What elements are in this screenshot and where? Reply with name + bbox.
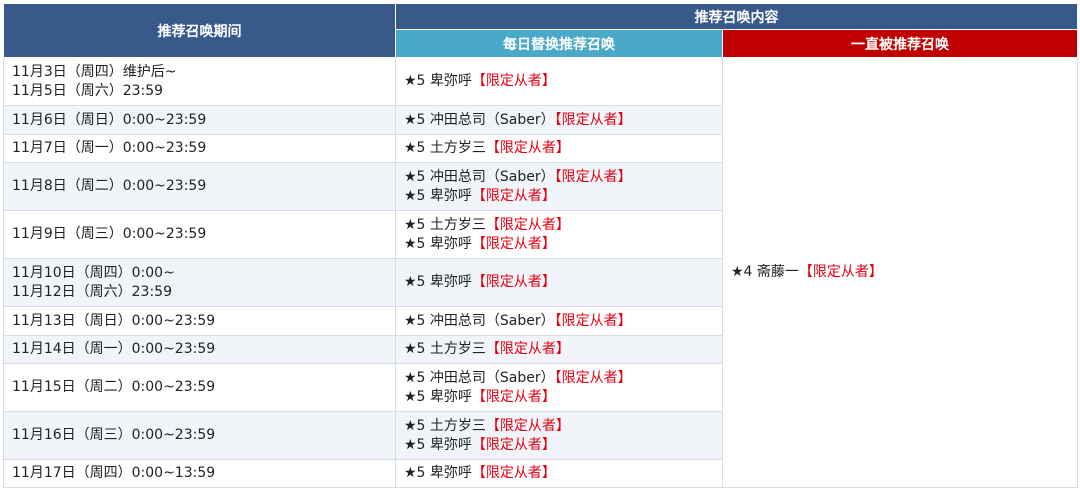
- daily-summon-cell: ★5 土方岁三【限定从者】: [395, 134, 723, 163]
- table-row: 11月3日（周四）维护后~ 11月5日（周六）23:59 ★5 卑弥呼【限定从者】 ★…: [3, 57, 1078, 488]
- daily-summon-cell: ★5 卑弥呼【限定从者】: [395, 258, 723, 307]
- limited-tag: 【限定从者】: [471, 388, 556, 405]
- limited-tag: 【限定从者】: [471, 187, 556, 204]
- limited-tag: 【限定从者】: [554, 312, 632, 329]
- limited-tag: 【限定从者】: [471, 465, 556, 481]
- limited-tag: 【限定从者】: [485, 341, 570, 357]
- limited-tag: 【限定从者】: [471, 436, 556, 453]
- daily-summon-cell: ★5 冲田总司（Saber）【限定从者】 ★5 卑弥呼【限定从者】: [395, 162, 723, 211]
- period-cell: 11月16日（周三）0:00~23:59: [3, 411, 396, 460]
- servant-name: ★5 土方岁三: [404, 216, 486, 233]
- servant-entry: ★5 土方岁三【限定从者】: [404, 417, 722, 436]
- servant-name: ★5 卑弥呼: [404, 187, 472, 204]
- period-text: 11月14日（周一）0:00~23:59: [12, 341, 216, 357]
- servant-entry: ★5 冲田总司（Saber）【限定从者】: [404, 168, 722, 187]
- servant-entry: ★5 冲田总司（Saber）【限定从者】: [404, 111, 722, 130]
- servant-entry: ★5 卑弥呼【限定从者】: [404, 436, 722, 455]
- servant-name: ★5 土方岁三: [404, 341, 486, 357]
- period-text: 11月7日（周一）0:00~23:59: [12, 140, 207, 156]
- servant-entry: ★5 土方岁三【限定从者】: [404, 216, 722, 235]
- daily-summon-cell: ★5 卑弥呼【限定从者】: [395, 57, 723, 106]
- period-text: 11月10日（周四）0:00~: [12, 264, 175, 281]
- period-text: 11月15日（周二）0:00~23:59: [12, 379, 216, 395]
- servant-entry: ★5 冲田总司（Saber）【限定从者】: [404, 369, 722, 388]
- servant-entry: ★5 冲田总司（Saber）【限定从者】: [404, 312, 722, 331]
- servant-entry: ★5 卑弥呼【限定从者】: [404, 235, 722, 254]
- period-text: 11月13日（周日）0:00~23:59: [12, 312, 216, 329]
- servant-name: ★4 斋藤一: [731, 264, 799, 280]
- servant-name: ★5 冲田总司（Saber）: [404, 111, 555, 128]
- daily-summon-cell: ★5 土方岁三【限定从者】 ★5 卑弥呼【限定从者】: [395, 411, 723, 460]
- header-period: 推荐召唤期间: [3, 3, 396, 58]
- period-text: 11月3日（周四）维护后~: [12, 63, 177, 80]
- period-cell: 11月15日（周二）0:00~23:59: [3, 363, 396, 412]
- summon-schedule-table: 推荐召唤期间 推荐召唤内容 每日替换推荐召唤 一直被推荐召唤 11月3日（周四）…: [3, 3, 1078, 488]
- always-summon-cell: ★4 斋藤一【限定从者】: [722, 57, 1078, 488]
- servant-name: ★5 冲田总司（Saber）: [404, 312, 555, 329]
- servant-entry: ★5 卑弥呼【限定从者】: [404, 464, 722, 483]
- limited-tag: 【限定从者】: [554, 111, 632, 128]
- daily-summon-cell: ★5 卑弥呼【限定从者】: [395, 459, 723, 488]
- servant-entry: ★5 卑弥呼【限定从者】: [404, 273, 722, 292]
- servant-name: ★5 土方岁三: [404, 417, 486, 434]
- period-cell: 11月8日（周二）0:00~23:59: [3, 162, 396, 211]
- servant-entry: ★5 卑弥呼【限定从者】: [404, 187, 722, 206]
- servant-entry: ★5 土方岁三【限定从者】: [404, 139, 722, 158]
- servant-name: ★5 卑弥呼: [404, 235, 472, 252]
- daily-summon-cell: ★5 冲田总司（Saber）【限定从者】: [395, 306, 723, 336]
- period-text: 11月9日（周三）0:00~23:59: [12, 226, 207, 242]
- limited-tag: 【限定从者】: [485, 140, 570, 156]
- period-cell: 11月6日（周日）0:00~23:59: [3, 105, 396, 135]
- period-cell: 11月13日（周日）0:00~23:59: [3, 306, 396, 336]
- period-cell: 11月3日（周四）维护后~ 11月5日（周六）23:59: [3, 57, 396, 106]
- servant-name: ★5 卑弥呼: [404, 274, 472, 290]
- limited-tag: 【限定从者】: [471, 73, 556, 89]
- limited-tag: 【限定从者】: [471, 274, 556, 290]
- limited-tag: 【限定从者】: [554, 168, 632, 185]
- header-daily: 每日替换推荐召唤: [395, 29, 723, 58]
- servant-name: ★5 冲田总司（Saber）: [404, 369, 555, 386]
- table-body: 11月3日（周四）维护后~ 11月5日（周六）23:59 ★5 卑弥呼【限定从者】 ★…: [3, 57, 1078, 488]
- header-always: 一直被推荐召唤: [722, 29, 1078, 58]
- period-text: 11月5日（周六）23:59: [12, 82, 164, 99]
- period-cell: 11月14日（周一）0:00~23:59: [3, 335, 396, 364]
- daily-summon-cell: ★5 冲田总司（Saber）【限定从者】 ★5 卑弥呼【限定从者】: [395, 363, 723, 412]
- period-cell: 11月17日（周四）0:00~13:59: [3, 459, 396, 488]
- limited-tag: 【限定从者】: [485, 216, 570, 233]
- servant-name: ★5 卑弥呼: [404, 73, 472, 89]
- limited-tag: 【限定从者】: [554, 369, 632, 386]
- daily-summon-cell: ★5 土方岁三【限定从者】 ★5 卑弥呼【限定从者】: [395, 210, 723, 259]
- period-cell: 11月9日（周三）0:00~23:59: [3, 210, 396, 259]
- daily-summon-cell: ★5 土方岁三【限定从者】: [395, 335, 723, 364]
- servant-name: ★5 冲田总司（Saber）: [404, 168, 555, 185]
- period-text: 11月16日（周三）0:00~23:59: [12, 427, 216, 443]
- header-content: 推荐召唤内容: [395, 3, 1078, 30]
- servant-entry: ★4 斋藤一【限定从者】: [731, 263, 1077, 282]
- limited-tag: 【限定从者】: [798, 264, 883, 280]
- limited-tag: 【限定从者】: [485, 417, 570, 434]
- servant-entry: ★5 卑弥呼【限定从者】: [404, 72, 722, 91]
- servant-name: ★5 卑弥呼: [404, 436, 472, 453]
- servant-name: ★5 土方岁三: [404, 140, 486, 156]
- servant-entry: ★5 土方岁三【限定从者】: [404, 340, 722, 359]
- servant-name: ★5 卑弥呼: [404, 388, 472, 405]
- period-cell: 11月10日（周四）0:00~ 11月12日（周六）23:59: [3, 258, 396, 307]
- limited-tag: 【限定从者】: [471, 235, 556, 252]
- period-text: 11月8日（周二）0:00~23:59: [12, 178, 207, 194]
- servant-name: ★5 卑弥呼: [404, 465, 472, 481]
- period-text: 11月12日（周六）23:59: [12, 283, 172, 300]
- servant-entry: ★5 卑弥呼【限定从者】: [404, 388, 722, 407]
- period-cell: 11月7日（周一）0:00~23:59: [3, 134, 396, 163]
- period-text: 11月17日（周四）0:00~13:59: [12, 465, 216, 481]
- period-text: 11月6日（周日）0:00~23:59: [12, 111, 207, 128]
- daily-summon-cell: ★5 冲田总司（Saber）【限定从者】: [395, 105, 723, 135]
